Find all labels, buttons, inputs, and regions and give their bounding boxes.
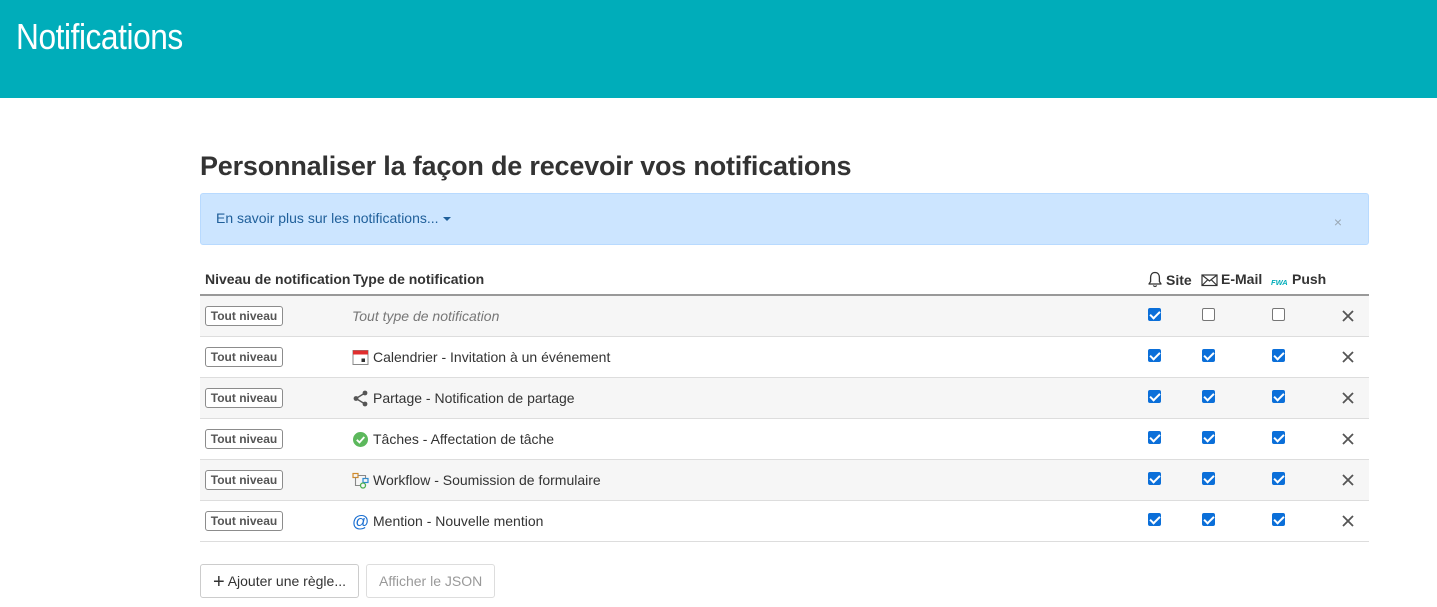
email-checkbox[interactable] (1202, 308, 1215, 321)
table-header: Niveau de notification Type de notificat… (200, 255, 1369, 296)
add-rule-label: Ajouter une règle... (227, 573, 346, 589)
notification-type-label: Tâches - Affectation de tâche (373, 431, 555, 447)
notification-type: Calendrier - Invitation à un événement (352, 349, 610, 366)
envelope-icon (1201, 274, 1218, 287)
delete-rule-icon[interactable] (1341, 432, 1355, 446)
workflow-icon (352, 472, 369, 489)
page-title: Personnaliser la façon de recevoir vos n… (200, 151, 852, 181)
add-rule-button[interactable]: + Ajouter une règle... (200, 564, 359, 598)
push-checkbox[interactable] (1272, 349, 1285, 362)
email-checkbox[interactable] (1202, 349, 1215, 362)
svg-text:@: @ (352, 513, 369, 530)
notification-type-label: Workflow - Soumission de formulaire (373, 472, 601, 488)
push-checkbox[interactable] (1272, 472, 1285, 485)
table-row: Tout niveau Tâches - Affectation de tâche (200, 419, 1369, 460)
column-header-site-label: Site (1166, 272, 1192, 288)
column-header-email: E-Mail (1201, 271, 1262, 287)
notification-type: Partage - Notification de partage (352, 390, 575, 407)
notification-type: @ Mention - Nouvelle mention (352, 513, 543, 530)
delete-rule-icon[interactable] (1341, 350, 1355, 364)
notification-type: Tout type de notification (352, 308, 499, 324)
bell-icon (1148, 271, 1162, 288)
table-row: Tout niveau @ Mention - Nouvelle mention (200, 501, 1369, 542)
page-header-title: Notifications (16, 16, 183, 57)
email-checkbox[interactable] (1202, 472, 1215, 485)
column-header-type: Type de notification (353, 271, 485, 287)
fwa-icon-text: FWA (1271, 278, 1288, 287)
column-header-level: Niveau de notification (205, 271, 351, 287)
site-checkbox[interactable] (1148, 349, 1161, 362)
push-checkbox[interactable] (1272, 308, 1285, 321)
level-badge[interactable]: Tout niveau (205, 511, 283, 531)
level-badge[interactable]: Tout niveau (205, 470, 283, 490)
learn-more-label: En savoir plus sur les notifications... (216, 210, 439, 226)
level-badge[interactable]: Tout niveau (205, 347, 283, 367)
delete-rule-icon[interactable] (1341, 514, 1355, 528)
delete-rule-icon[interactable] (1341, 473, 1355, 487)
notification-type: Workflow - Soumission de formulaire (352, 472, 601, 489)
learn-more-link[interactable]: En savoir plus sur les notifications... (216, 210, 451, 226)
alert-close-button[interactable]: × (1334, 214, 1342, 230)
app-header: Notifications (0, 0, 1437, 98)
notification-type-label: Partage - Notification de partage (373, 390, 575, 406)
email-checkbox[interactable] (1202, 431, 1215, 444)
push-checkbox[interactable] (1272, 513, 1285, 526)
at-icon: @ (352, 513, 369, 530)
notification-type: Tâches - Affectation de tâche (352, 431, 554, 448)
level-badge[interactable]: Tout niveau (205, 388, 283, 408)
email-checkbox[interactable] (1202, 513, 1215, 526)
column-header-email-label: E-Mail (1221, 271, 1263, 287)
main-content: Personnaliser la façon de recevoir vos n… (200, 146, 1369, 598)
site-checkbox[interactable] (1148, 472, 1161, 485)
delete-rule-icon[interactable] (1341, 391, 1355, 405)
info-alert: En savoir plus sur les notifications... … (200, 193, 1369, 245)
notification-type-label: Mention - Nouvelle mention (373, 513, 544, 529)
notification-rules-table: Niveau de notification Type de notificat… (200, 255, 1369, 542)
column-header-push-label: Push (1292, 271, 1327, 287)
delete-rule-icon[interactable] (1341, 309, 1355, 323)
email-checkbox[interactable] (1202, 390, 1215, 403)
table-row: Tout niveau Tout type de notification (200, 296, 1369, 337)
column-header-site: Site (1147, 271, 1192, 288)
push-checkbox[interactable] (1272, 431, 1285, 444)
column-header-push: FWA Push (1271, 271, 1326, 287)
site-checkbox[interactable] (1148, 513, 1161, 526)
caret-down-icon (442, 217, 451, 222)
table-row: Tout niveau Calendrier - Invitation à un … (200, 337, 1369, 378)
level-badge[interactable]: Tout niveau (205, 306, 283, 326)
site-checkbox[interactable] (1148, 308, 1161, 321)
level-badge[interactable]: Tout niveau (205, 429, 283, 449)
site-checkbox[interactable] (1148, 390, 1161, 403)
fwa-icon: FWA (1271, 278, 1288, 287)
notification-type-label: Calendrier - Invitation à un événement (373, 349, 611, 365)
share-icon (353, 390, 368, 407)
table-row: Tout niveau Partage - Notification de par… (200, 378, 1369, 419)
show-json-button[interactable]: Afficher le JSON (366, 564, 496, 598)
push-checkbox[interactable] (1272, 390, 1285, 403)
table-row: Tout niveau Workflow - Soumission de form… (200, 460, 1369, 501)
plus-icon: + (213, 571, 225, 593)
calendar-icon (352, 350, 369, 365)
task-check-icon (353, 432, 368, 447)
site-checkbox[interactable] (1148, 431, 1161, 444)
notification-type-label: Tout type de notification (352, 308, 500, 324)
table-body: Tout niveau Tout type de notification Tout… (200, 296, 1369, 542)
